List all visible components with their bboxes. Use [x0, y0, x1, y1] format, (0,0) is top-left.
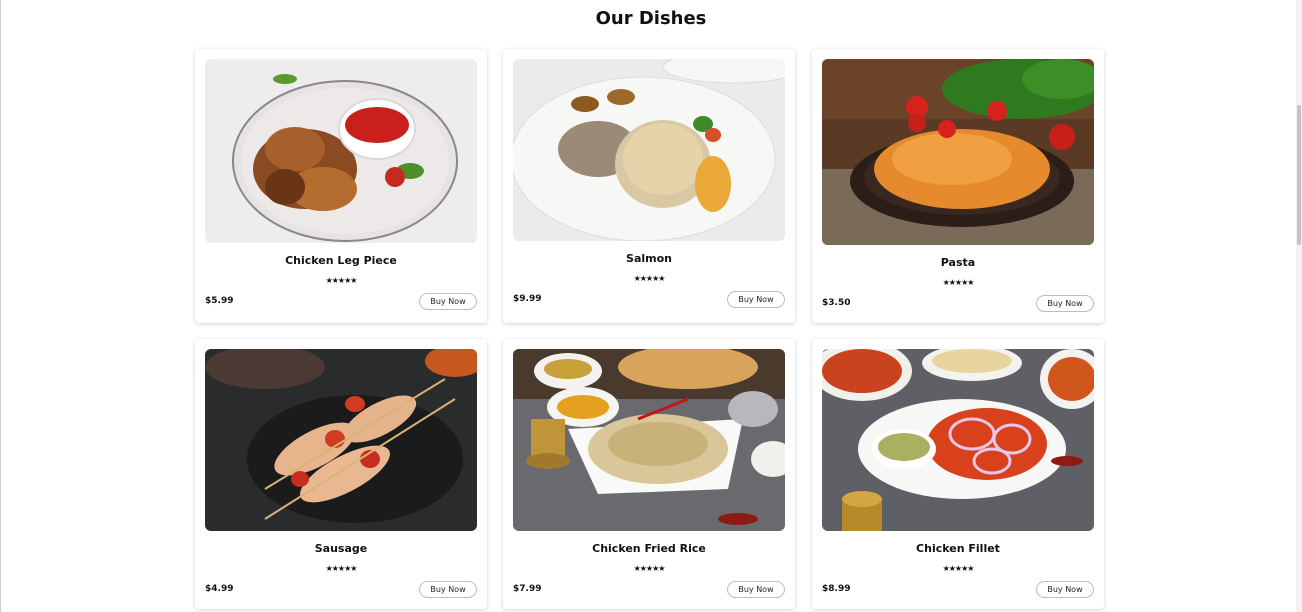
dish-image-sausage [205, 349, 477, 531]
dish-image-chicken-fried-rice [513, 349, 785, 531]
buy-now-button[interactable]: Buy Now [727, 581, 785, 598]
dish-card-sausage: Sausage ★★★★★ $4.99 Buy Now [195, 339, 487, 609]
dish-price: $8.99 [822, 584, 851, 594]
dish-card-chicken-fillet: Chicken Fillet ★★★★★ $8.99 Buy Now [812, 339, 1104, 609]
dish-image-chicken-fillet [822, 349, 1094, 531]
star-rating: ★★★★★ [325, 276, 358, 285]
buy-now-button[interactable]: Buy Now [1036, 295, 1094, 312]
dish-name: Salmon [626, 252, 672, 265]
dish-image-salmon [513, 59, 785, 241]
dish-price: $5.99 [205, 296, 234, 306]
star-rating: ★★★★★ [942, 278, 975, 287]
star-rating: ★★★★★ [633, 274, 666, 283]
star-rating: ★★★★★ [942, 564, 975, 573]
dish-name: Chicken Fillet [916, 542, 1000, 555]
dish-image-pasta [822, 59, 1094, 245]
dish-image-chicken-leg-piece [205, 59, 477, 243]
star-rating: ★★★★★ [633, 564, 666, 573]
dish-card-salmon: Salmon ★★★★★ $9.99 Buy Now [503, 49, 795, 323]
dish-card-chicken-leg-piece: Chicken Leg Piece ★★★★★ $5.99 Buy Now [195, 49, 487, 323]
buy-now-button[interactable]: Buy Now [1036, 581, 1094, 598]
buy-now-button[interactable]: Buy Now [727, 291, 785, 308]
dish-price: $7.99 [513, 584, 542, 594]
buy-now-button[interactable]: Buy Now [419, 581, 477, 598]
dish-name: Chicken Leg Piece [285, 254, 397, 267]
page-left-border [0, 0, 1, 612]
dish-name: Chicken Fried Rice [592, 542, 706, 555]
section-title: Our Dishes [595, 8, 707, 29]
dish-card-chicken-fried-rice: Chicken Fried Rice ★★★★★ $7.99 Buy Now [503, 339, 795, 609]
scrollbar-track[interactable] [1296, 0, 1302, 612]
dish-price: $9.99 [513, 294, 542, 304]
dish-price: $3.50 [822, 298, 851, 308]
dish-price: $4.99 [205, 584, 234, 594]
dish-card-pasta: Pasta ★★★★★ $3.50 Buy Now [812, 49, 1104, 323]
dish-name: Pasta [940, 256, 976, 269]
scrollbar-thumb[interactable] [1297, 105, 1301, 245]
buy-now-button[interactable]: Buy Now [419, 293, 477, 310]
dish-name: Sausage [314, 542, 368, 555]
star-rating: ★★★★★ [325, 564, 358, 573]
